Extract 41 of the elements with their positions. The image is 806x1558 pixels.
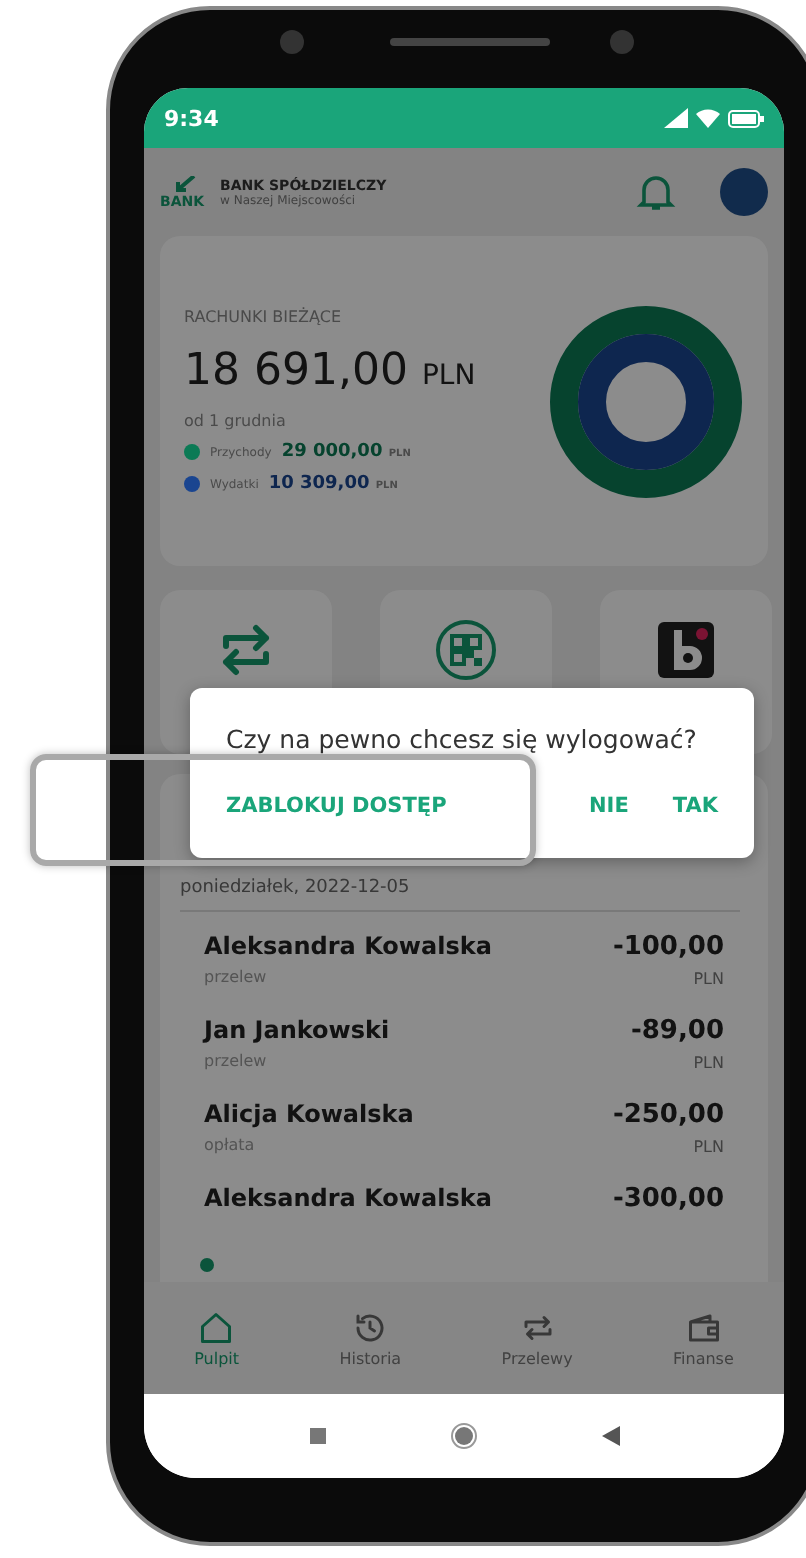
transaction-name: Alicja Kowalska xyxy=(204,1100,414,1128)
nav-tab[interactable]: Historia xyxy=(327,1305,414,1371)
nav-tab[interactable]: Przelewy xyxy=(489,1305,585,1371)
transaction-date: poniedziałek, 2022-12-05 xyxy=(180,878,740,912)
transaction-name: Jan Jankowski xyxy=(204,1016,390,1044)
recent-apps-icon[interactable] xyxy=(309,1428,325,1444)
camera-icon xyxy=(280,30,304,54)
transaction-name: Aleksandra Kowalska xyxy=(204,932,492,960)
dialog-message: Czy na pewno chcesz się wylogować? xyxy=(226,724,699,754)
balance-amount: 18 691,00 PLN xyxy=(184,346,476,396)
signal-icon xyxy=(664,108,688,128)
transaction-currency: PLN xyxy=(693,1138,724,1156)
wifi-icon xyxy=(696,108,720,128)
transaction-type: przelew xyxy=(204,968,269,986)
status-time: 9:34 xyxy=(164,105,219,131)
transaction-amount: -300,00 xyxy=(612,1184,724,1214)
wallet-icon xyxy=(685,1309,722,1345)
battery-icon xyxy=(728,109,764,127)
back-triangle-icon[interactable] xyxy=(601,1426,619,1446)
nav-tab[interactable]: Finanse xyxy=(661,1305,746,1371)
dialog-button[interactable]: TAK xyxy=(672,794,718,818)
transaction-currency: PLN xyxy=(693,1054,724,1072)
avatar[interactable] xyxy=(720,168,768,216)
card-title: RACHUNKI BIEŻĄCE xyxy=(184,308,344,326)
transaction-amount: -100,00 xyxy=(612,932,724,962)
home-icon xyxy=(198,1309,235,1345)
home-circle-icon[interactable] xyxy=(449,1422,477,1450)
nav-tab[interactable]: Pulpit xyxy=(182,1305,252,1371)
transaction-type: przelew xyxy=(204,1052,269,1070)
transaction-amount: -89,00 xyxy=(630,1016,724,1046)
period-label: od 1 grudnia xyxy=(184,412,288,430)
transaction-currency: PLN xyxy=(693,970,724,988)
sensor-icon xyxy=(610,30,634,54)
dialog-button[interactable]: NIE xyxy=(589,794,629,818)
transaction-amount: -250,00 xyxy=(612,1100,724,1130)
transaction-type: opłata xyxy=(204,1136,257,1154)
dialog-button[interactable]: ZABLOKUJ DOSTĘP xyxy=(226,794,447,818)
transaction-name: Aleksandra Kowalska xyxy=(204,1184,492,1212)
qr-code-icon xyxy=(434,618,498,682)
history-clock-icon xyxy=(352,1309,389,1345)
b-logo-icon xyxy=(654,618,718,682)
